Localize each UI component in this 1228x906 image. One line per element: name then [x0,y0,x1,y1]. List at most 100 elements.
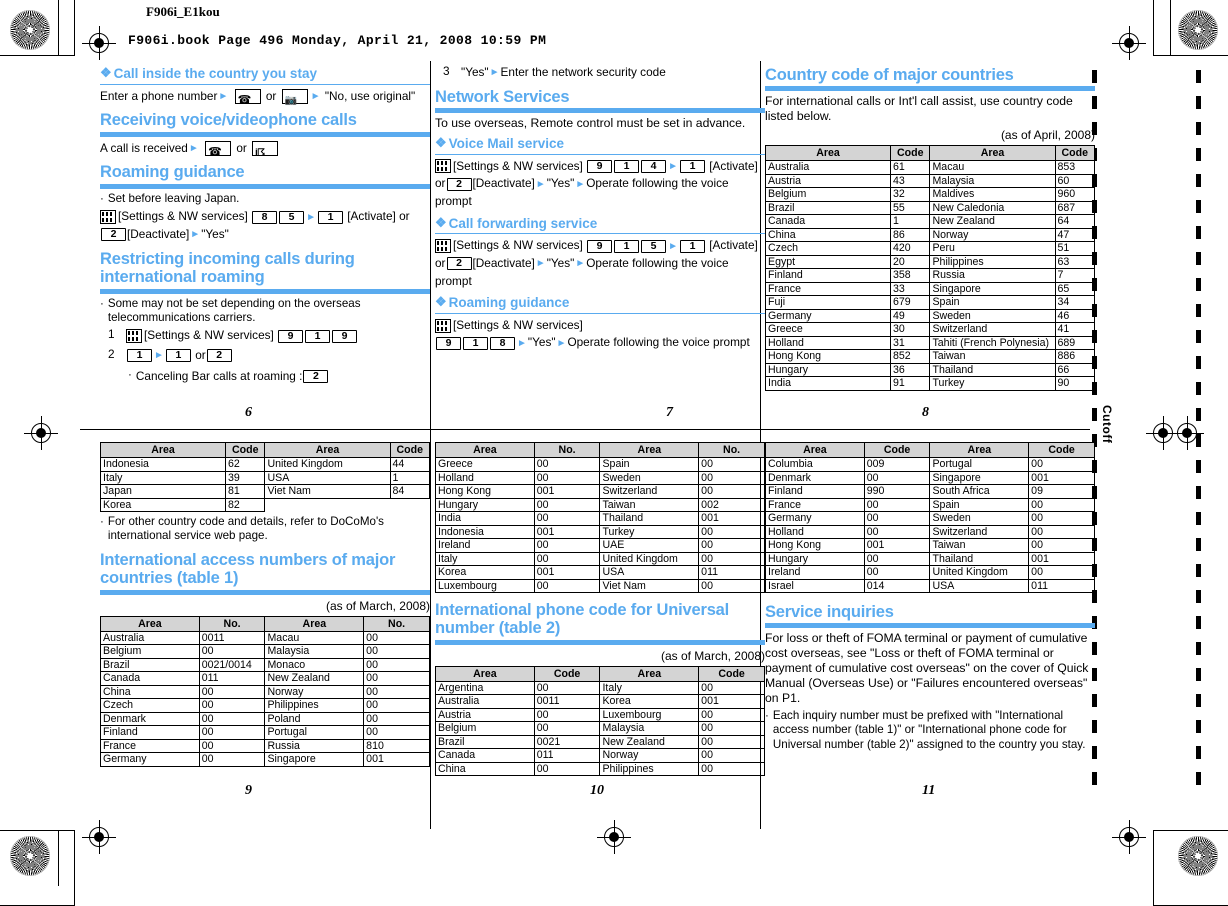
universal-number-table-body: Columbia 009 Portugal 00 Denmark 00 Singapore 0… [765,457,1095,593]
table-row: Denmark 00 Poland 00 [100,711,430,727]
numeric-key: 2 [303,370,329,384]
yes-text: "Yes" [546,255,575,270]
column-header: Area [100,615,200,632]
cell-code: 00 [198,684,266,700]
arrow-icon: ► [190,229,201,241]
cell-area: Thailand [929,362,1056,378]
numeric-key: 2 [446,257,472,271]
heading-bar [435,639,765,645]
heading-bar [765,86,1095,92]
cell-area: Taiwan [929,349,1056,364]
cell-area: Germany [100,752,200,767]
cell-code: 00 [698,484,765,499]
cell-area: Philippines [929,254,1056,270]
cell-area: Brazil [435,734,535,750]
table-row: Finland 990 South Africa 09 [765,484,1095,499]
cell-area: Hong Kong [435,484,535,499]
cell-area: Austria [764,173,892,189]
cell-area: United Kingdom [929,565,1030,580]
universal-number-table: Area Code Area Code Argentina 00 Italy 00 Au… [435,665,765,777]
arrow-icon: ► [535,258,546,270]
cell-code: 31 [890,335,931,351]
cell-code: 687 [1054,200,1095,216]
numeric-key: 9 [332,329,358,343]
cell-code: 82 [225,497,266,512]
cell-code: 36 [890,362,931,378]
or-text: or [435,255,446,270]
arrow-icon: ► [575,178,586,190]
settings-label: [Settings & NW services] [453,317,583,332]
row-rule [80,429,1090,430]
column-header: Area [765,442,865,458]
column-header: Area [264,442,391,458]
table-row: Korea 001 USA 011 [435,565,765,580]
table-row: Columbia 009 Portugal 00 [765,457,1095,472]
country-code-table-body: Indonesia 62 United Kingdom 44 Italy 39 USA 1 Ja… [99,457,430,512]
table-row: China 00 Norway 00 [100,684,430,700]
table-row: India 00 Thailand 001 [435,511,765,526]
cell-area: Thailand [599,511,700,526]
numeric-key: 5 [641,239,667,253]
cell-area: Austria [435,707,535,723]
cell-code: 852 [890,349,931,364]
roaming-procedure: [Settings & NW services] 8 5 ► 1 [Activate]… [100,208,430,243]
table-row: Indonesia 001 Turkey 00 [435,524,765,539]
page-11: Area Code Area Code Columbia 009 Portugal 0… [765,442,1095,804]
cell-code: 00 [698,707,765,723]
numeric-key: 1 [127,349,152,363]
cell-area: China [764,227,892,243]
arrow-icon: ► [668,240,678,252]
table-row: Brazil 55 New Caledonia 687 [764,200,1095,216]
cell-code: 00 [1028,524,1095,539]
cell-code: 30 [890,322,931,337]
heading-receiving-calls: Receiving voice/videophone calls [100,111,357,130]
cell-code: 001 [1028,470,1095,485]
or-text: or [195,347,206,362]
country-code-table: Area Code Area Code Australia 61 Macau 853 A… [764,145,1095,391]
step-suffix-text: "No, use original" [324,88,416,103]
cell-code: 49 [890,308,931,324]
step-prefix-text: Enter a phone number [100,88,218,103]
cell-code: 32 [890,187,931,202]
column-header: Code [533,665,601,682]
cell-code: 55 [890,200,931,216]
cell-area: Macau [929,160,1056,175]
heading-restricting-incoming: Restricting incoming calls during intern… [100,249,355,287]
table-header-row: Area Code Area Code [764,145,1095,162]
cell-code: 00 [533,761,601,777]
column-header: Code [389,442,430,458]
cell-area: Hungary [765,551,865,566]
cell-area: Italy [599,680,700,696]
diamond-bullet-icon: ❖ [100,65,112,80]
trim-corner-bottom-left [0,830,75,906]
cell-code: 1 [890,214,931,229]
cell-area: USA [599,565,700,580]
cell-code: 65 [1054,281,1095,297]
restricting-bullet: · Some may not be set depending on the o… [100,296,361,324]
page-number: 10 [590,783,604,798]
step-number: 1 [108,327,115,342]
cell-code: 00 [698,680,765,696]
cell-area: Peru [929,241,1056,256]
cell-code: 001 [698,694,765,709]
cell-code: 00 [698,748,765,763]
column-header: Code [863,442,931,458]
cell-area: Sweden [929,511,1030,526]
universal-number-table-body: Argentina 00 Italy 00 Australia 0011 Korea 001 A… [435,680,765,777]
cell-area: India [435,511,535,526]
cell-area [264,497,390,512]
cell-code: 34 [1054,295,1095,310]
table-header-row: Area Code Area Code [99,442,430,458]
table-row: Korea 82 [99,497,430,512]
table-row: Czech 00 Philippines 00 [100,698,430,713]
bullet-dot-icon: · [128,367,132,381]
cell-area: Viet Nam [264,484,391,499]
cell-code: 001 [533,484,601,499]
cell-code: 810 [363,738,430,754]
cell-area: Belgium [100,644,200,659]
numeric-key: 5 [279,210,305,224]
cell-area: Philippines [599,761,700,777]
table-row: Fuji 679 Spain 34 [764,295,1095,310]
column-header: Area [435,665,535,682]
cell-code: 39 [225,470,266,485]
